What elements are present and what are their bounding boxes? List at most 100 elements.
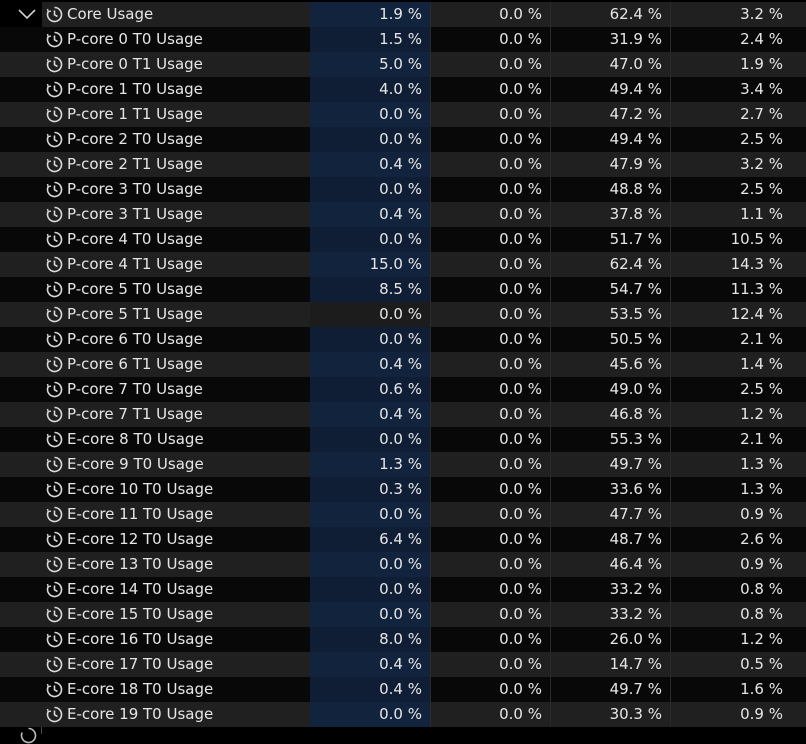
sensor-max: 49.7 % xyxy=(550,452,670,477)
sensor-min: 0.0 % xyxy=(430,402,550,427)
sensor-current: 0.0 % xyxy=(310,552,430,577)
sensor-current: 6.4 % xyxy=(310,527,430,552)
sensor-min: 0.0 % xyxy=(430,627,550,652)
sensor-current: 0.0 % xyxy=(310,177,430,202)
sensor-current: 15.0 % xyxy=(310,252,430,277)
sensor-min: 0.0 % xyxy=(430,652,550,677)
sensor-avg: 12.4 % xyxy=(670,302,806,327)
sensor-min: 0.0 % xyxy=(430,352,550,377)
sensor-min: 0.0 % xyxy=(430,677,550,702)
sensor-min: 0.0 % xyxy=(430,102,550,127)
sensor-row[interactable]: E-core 13 T0 Usage 0.0 % 0.0 % 46.4 % 0.9 % xyxy=(0,552,806,577)
sensor-avg: 1.4 % xyxy=(670,352,806,377)
sensor-row[interactable]: P-core 7 T1 Usage 0.4 % 0.0 % 46.8 % 1.2 % xyxy=(0,402,806,427)
sensor-row[interactable]: E-core 14 T0 Usage 0.0 % 0.0 % 33.2 % 0.8 % xyxy=(0,577,806,602)
sensor-row[interactable]: P-core 7 T0 Usage 0.6 % 0.0 % 49.0 % 2.5 % xyxy=(0,377,806,402)
sensor-current: 0.0 % xyxy=(310,102,430,127)
sensor-min: 0.0 % xyxy=(430,327,550,352)
sensor-max: 54.7 % xyxy=(550,277,670,302)
sensor-row[interactable]: P-core 4 T1 Usage 15.0 % 0.0 % 62.4 % 14.3 % xyxy=(0,252,806,277)
sensor-min: 0.0 % xyxy=(430,502,550,527)
sensor-current: 0.0 % xyxy=(310,302,430,327)
sensor-row[interactable]: E-core 15 T0 Usage 0.0 % 0.0 % 33.2 % 0.8 % xyxy=(0,602,806,627)
sensor-avg: 3.4 % xyxy=(670,77,806,102)
sensor-row[interactable]: E-core 11 T0 Usage 0.0 % 0.0 % 47.7 % 0.9 % xyxy=(0,502,806,527)
sensor-row[interactable]: P-core 3 T0 Usage 0.0 % 0.0 % 48.8 % 2.5 % xyxy=(0,177,806,202)
sensor-label: E-core 19 T0 Usage xyxy=(67,705,214,723)
sensor-avg: 1.3 % xyxy=(670,477,806,502)
sensor-label: E-core 13 T0 Usage xyxy=(67,555,214,573)
sensor-label: E-core 12 T0 Usage xyxy=(67,530,214,548)
sensor-min: 0.0 % xyxy=(430,277,550,302)
sensor-min: 0.0 % xyxy=(430,527,550,552)
sensor-avg: 0.8 % xyxy=(670,577,806,602)
sensor-row[interactable]: E-core 9 T0 Usage 1.3 % 0.0 % 49.7 % 1.3 % xyxy=(0,452,806,477)
sensor-row[interactable]: E-core 12 T0 Usage 6.4 % 0.0 % 48.7 % 2.6 % xyxy=(0,527,806,552)
sensor-max: 33.2 % xyxy=(550,577,670,602)
sensor-row[interactable]: P-core 1 T0 Usage 4.0 % 0.0 % 49.4 % 3.4 % xyxy=(0,77,806,102)
sensor-label: E-core 15 T0 Usage xyxy=(67,605,214,623)
sensor-row[interactable]: E-core 16 T0 Usage 8.0 % 0.0 % 26.0 % 1.2 % xyxy=(0,627,806,652)
sensor-label: P-core 0 T0 Usage xyxy=(67,30,203,48)
sensor-label: E-core 18 T0 Usage xyxy=(67,680,214,698)
sensor-row[interactable]: P-core 5 T0 Usage 8.5 % 0.0 % 54.7 % 11.3 % xyxy=(0,277,806,302)
sensor-label: P-core 3 T0 Usage xyxy=(67,180,203,198)
sensor-current: 0.0 % xyxy=(310,577,430,602)
sensor-avg: 2.5 % xyxy=(670,377,806,402)
group-row-core-usage[interactable]: Core Usage 1.9 % 0.0 % 62.4 % 3.2 % xyxy=(0,2,806,27)
sensor-row[interactable]: P-core 2 T1 Usage 0.4 % 0.0 % 47.9 % 3.2 % xyxy=(0,152,806,177)
sensor-avg: 2.5 % xyxy=(670,127,806,152)
sensor-avg: 1.2 % xyxy=(670,402,806,427)
sensor-max: 33.6 % xyxy=(550,477,670,502)
sensor-current: 0.0 % xyxy=(310,602,430,627)
sensor-min: 0.0 % xyxy=(430,377,550,402)
group-avg: 3.2 % xyxy=(670,2,806,27)
sensor-label: E-core 16 T0 Usage xyxy=(67,630,214,648)
sensor-current: 4.0 % xyxy=(310,77,430,102)
sensor-label: P-core 2 T0 Usage xyxy=(67,130,203,148)
sensor-row[interactable]: P-core 2 T0 Usage 0.0 % 0.0 % 49.4 % 2.5 % xyxy=(0,127,806,152)
sensor-label: E-core 11 T0 Usage xyxy=(67,505,214,523)
chevron-down-icon[interactable] xyxy=(18,8,36,20)
sensor-current: 1.3 % xyxy=(310,452,430,477)
sensor-avg: 0.9 % xyxy=(670,552,806,577)
sensor-label: P-core 7 T0 Usage xyxy=(67,380,203,398)
sensor-current: 0.0 % xyxy=(310,227,430,252)
sensor-row[interactable]: E-core 18 T0 Usage 0.4 % 0.0 % 49.7 % 1.6 % xyxy=(0,677,806,702)
sensor-avg: 0.5 % xyxy=(670,652,806,677)
sensor-avg: 1.9 % xyxy=(670,52,806,77)
sensor-row[interactable]: E-core 10 T0 Usage 0.3 % 0.0 % 33.6 % 1.3 % xyxy=(0,477,806,502)
sensor-row[interactable]: P-core 4 T0 Usage 0.0 % 0.0 % 51.7 % 10.5 % xyxy=(0,227,806,252)
sensor-row[interactable]: E-core 17 T0 Usage 0.4 % 0.0 % 14.7 % 0.5 % xyxy=(0,652,806,677)
sensor-current: 0.4 % xyxy=(310,652,430,677)
sensor-avg: 1.2 % xyxy=(670,627,806,652)
sensor-avg: 3.2 % xyxy=(670,152,806,177)
sensor-min: 0.0 % xyxy=(430,77,550,102)
sensor-label: E-core 14 T0 Usage xyxy=(67,580,214,598)
clock-icon xyxy=(20,727,37,744)
sensor-label: P-core 1 T0 Usage xyxy=(67,80,203,98)
sensor-row[interactable]: E-core 8 T0 Usage 0.0 % 0.0 % 55.3 % 2.1 % xyxy=(0,427,806,452)
sensor-label: P-core 6 T0 Usage xyxy=(67,330,203,348)
sensor-current: 0.0 % xyxy=(310,702,430,727)
sensor-row[interactable]: P-core 6 T1 Usage 0.4 % 0.0 % 45.6 % 1.4 % xyxy=(0,352,806,377)
sensor-min: 0.0 % xyxy=(430,302,550,327)
sensor-row[interactable]: P-core 6 T0 Usage 0.0 % 0.0 % 50.5 % 2.1 % xyxy=(0,327,806,352)
sensor-current: 0.0 % xyxy=(310,327,430,352)
sensor-row[interactable]: P-core 3 T1 Usage 0.4 % 0.0 % 37.8 % 1.1 % xyxy=(0,202,806,227)
sensor-avg: 1.6 % xyxy=(670,677,806,702)
sensor-min: 0.0 % xyxy=(430,202,550,227)
sensor-current: 0.4 % xyxy=(310,352,430,377)
sensor-avg: 1.3 % xyxy=(670,452,806,477)
sensor-row[interactable]: P-core 0 T0 Usage 1.5 % 0.0 % 31.9 % 2.4 % xyxy=(0,27,806,52)
sensor-row[interactable]: P-core 5 T1 Usage 0.0 % 0.0 % 53.5 % 12.4 % xyxy=(0,302,806,327)
sensor-row[interactable]: P-core 0 T1 Usage 5.0 % 0.0 % 47.0 % 1.9 % xyxy=(0,52,806,77)
sensor-avg: 2.5 % xyxy=(670,177,806,202)
sensor-row[interactable]: E-core 19 T0 Usage 0.0 % 0.0 % 30.3 % 0.9 % xyxy=(0,702,806,727)
sensor-row[interactable]: P-core 1 T1 Usage 0.0 % 0.0 % 47.2 % 2.7 % xyxy=(0,102,806,127)
group-min: 0.0 % xyxy=(430,2,550,27)
sensor-current: 0.4 % xyxy=(310,152,430,177)
sensor-min: 0.0 % xyxy=(430,177,550,202)
sensor-label: P-core 7 T1 Usage xyxy=(67,405,203,423)
sensor-min: 0.0 % xyxy=(430,127,550,152)
